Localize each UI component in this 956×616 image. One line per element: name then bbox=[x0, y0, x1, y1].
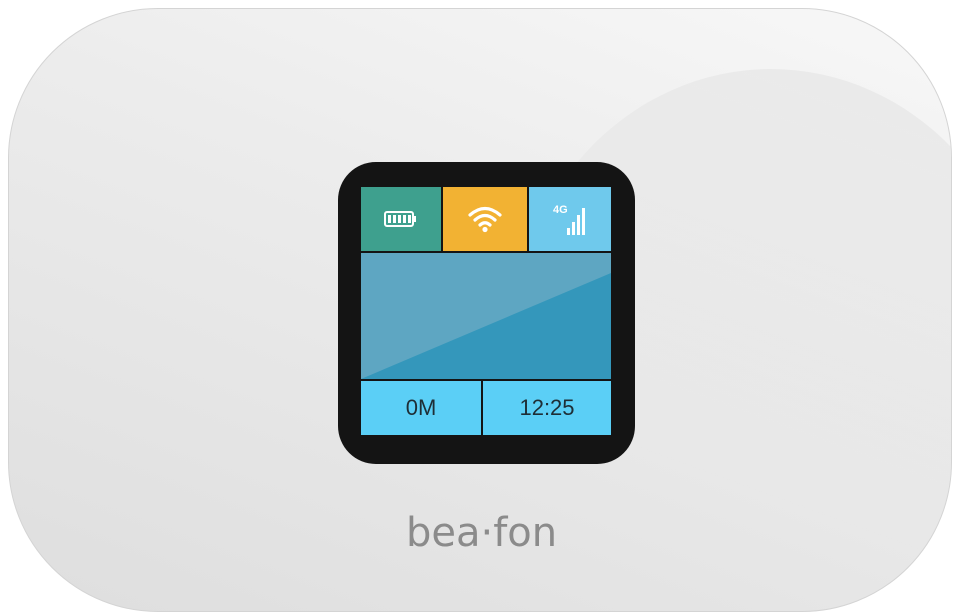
network-type-label: 4G bbox=[553, 204, 568, 216]
device-screen: 4G 0M 12:25 bbox=[361, 187, 611, 435]
clock-time: 12:25 bbox=[483, 381, 611, 435]
signal-bars-icon: 4G bbox=[553, 204, 585, 235]
wifi-tile bbox=[443, 187, 527, 251]
signal-tile: 4G bbox=[529, 187, 611, 251]
battery-tile bbox=[361, 187, 441, 251]
data-usage-value: 0M bbox=[361, 381, 481, 435]
battery-full-icon bbox=[384, 211, 416, 227]
screen-frame: 4G 0M 12:25 bbox=[338, 162, 635, 464]
info-bar: 0M 12:25 bbox=[361, 381, 611, 435]
main-display-panel bbox=[361, 253, 611, 379]
wifi-icon bbox=[468, 206, 502, 233]
brand-logo: bea·fon bbox=[406, 510, 558, 556]
status-bar: 4G bbox=[361, 187, 611, 251]
